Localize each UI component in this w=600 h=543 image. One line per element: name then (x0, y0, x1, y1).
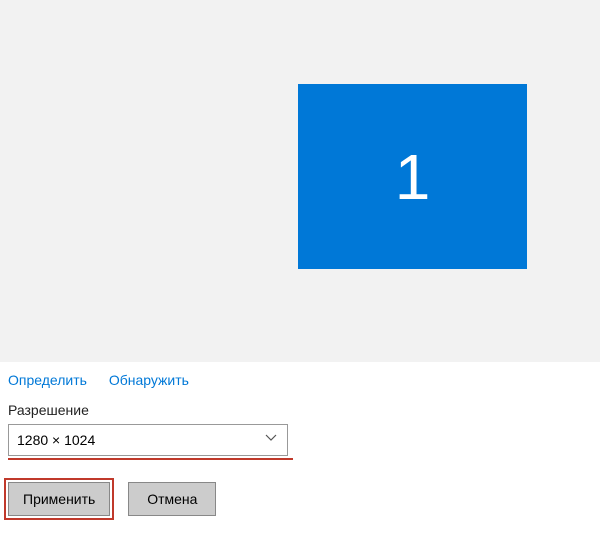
resolution-label: Разрешение (8, 402, 592, 418)
button-row: Применить Отмена (8, 482, 592, 516)
apply-button[interactable]: Применить (8, 482, 110, 516)
controls-panel: Определить Обнаружить Разрешение 1280 × … (0, 362, 600, 516)
resolution-dropdown-wrap: 1280 × 1024 (8, 424, 288, 456)
cancel-button[interactable]: Отмена (128, 482, 216, 516)
resolution-dropdown[interactable]: 1280 × 1024 (8, 424, 288, 456)
monitor-tile-1[interactable]: 1 (298, 84, 527, 269)
display-action-links: Определить Обнаружить (8, 372, 592, 388)
resolution-value: 1280 × 1024 (17, 432, 95, 448)
identify-link[interactable]: Определить (8, 372, 87, 388)
display-preview-area: 1 (0, 0, 600, 362)
detect-link[interactable]: Обнаружить (109, 372, 189, 388)
monitor-number-label: 1 (395, 140, 431, 214)
resolution-highlight-underline (8, 458, 293, 460)
